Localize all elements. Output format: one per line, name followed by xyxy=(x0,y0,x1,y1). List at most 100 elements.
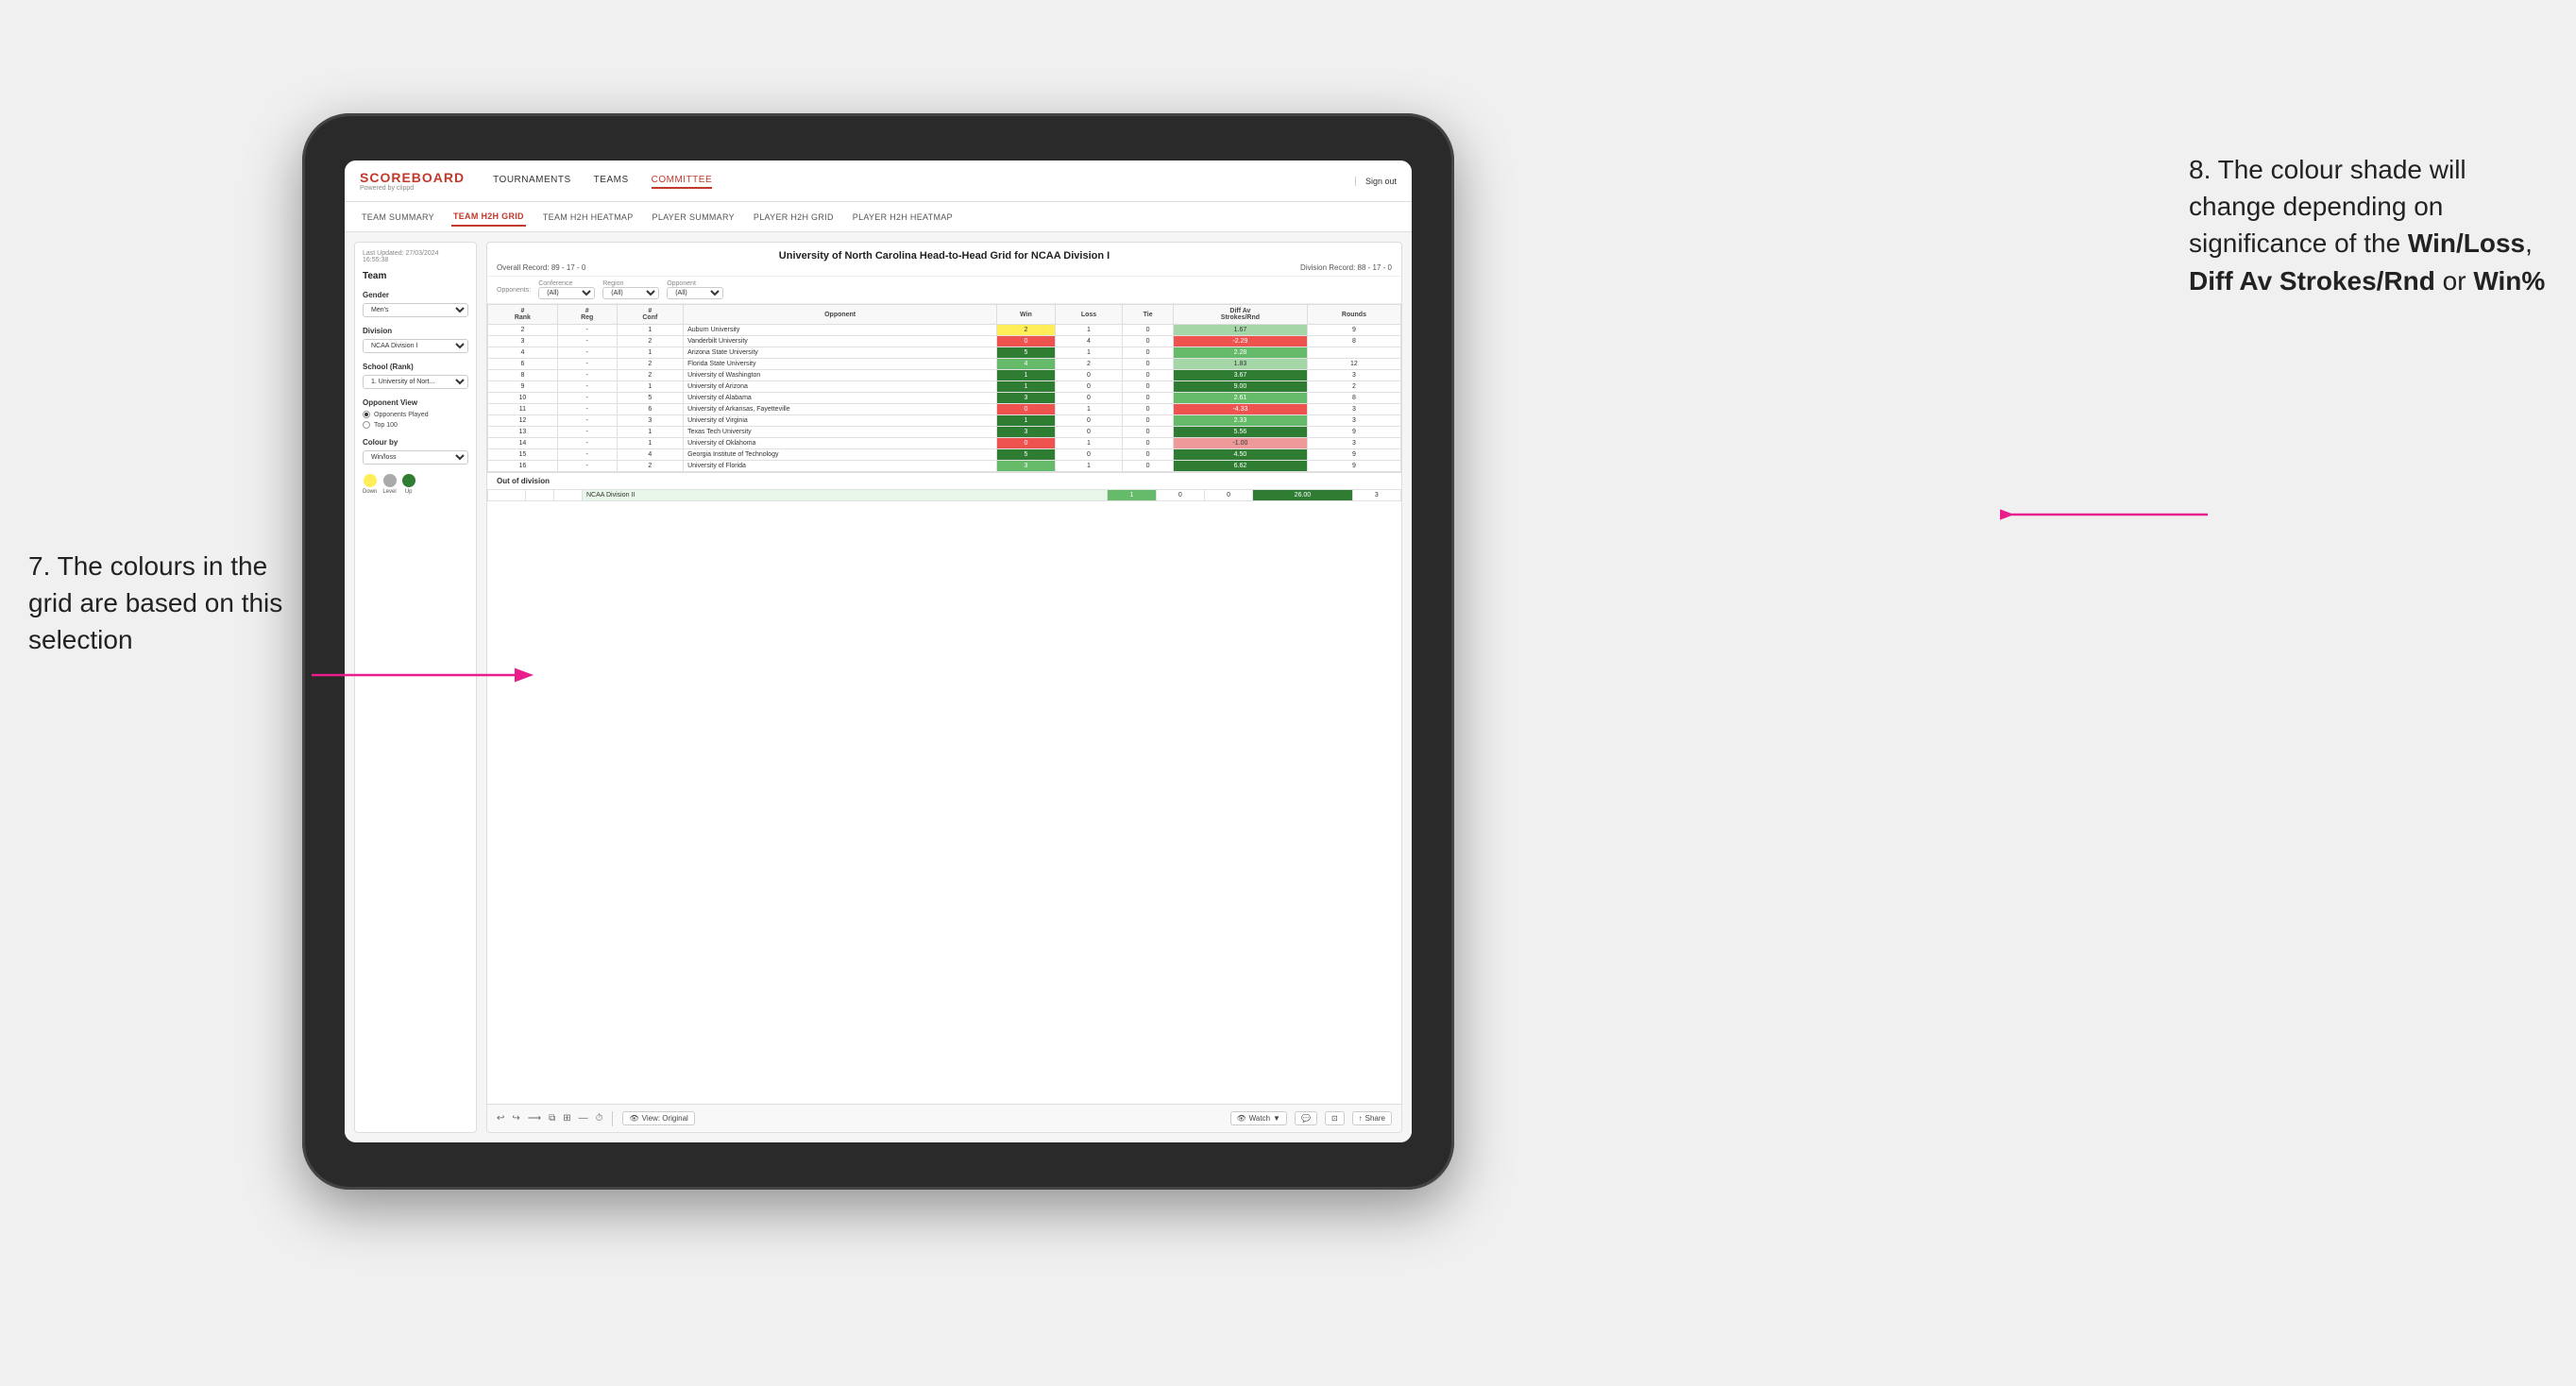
radio-opponents-played[interactable]: Opponents Played xyxy=(363,411,468,418)
present-button[interactable]: ⊡ xyxy=(1325,1111,1345,1125)
cell-tie: 0 xyxy=(1123,336,1174,347)
cell-rounds: 3 xyxy=(1307,404,1400,415)
cell-diff: 2.28 xyxy=(1173,347,1307,359)
forward-icon[interactable]: ⟶ xyxy=(528,1113,541,1124)
share-button[interactable]: ↑ Share xyxy=(1352,1111,1392,1125)
bottom-toolbar: ↩ ↪ ⟶ ⧉ ⊞ — ⏱ 👁 View: Original 👁 Wa xyxy=(487,1104,1401,1132)
toolbar-separator xyxy=(612,1111,613,1126)
undo-icon[interactable]: ↩ xyxy=(497,1113,504,1124)
annotation-left-text: 7. The colours in the grid are based on … xyxy=(28,551,282,654)
cell-name: University of Oklahoma xyxy=(684,438,997,449)
cell-win: 4 xyxy=(997,359,1056,370)
cell-reg: - xyxy=(557,359,617,370)
cell-name: Texas Tech University xyxy=(684,427,997,438)
out-of-division-table: NCAA Division II 1 0 0 26.00 3 xyxy=(487,489,1401,501)
subnav-team-h2h-grid[interactable]: TEAM H2H GRID xyxy=(451,208,526,227)
left-panel: Last Updated: 27/03/2024 16:55:38 Team G… xyxy=(354,242,477,1133)
cell-rounds: 2 xyxy=(1307,381,1400,393)
logo-sub: Powered by clippd xyxy=(360,185,465,192)
cell-rounds: 3 xyxy=(1307,370,1400,381)
watch-button[interactable]: 👁 Watch ▼ xyxy=(1230,1111,1287,1125)
subnav-team-h2h-heatmap[interactable]: TEAM H2H HEATMAP xyxy=(541,209,636,226)
table-row: 16 - 2 University of Florida 3 1 0 6.62 … xyxy=(488,461,1401,472)
cell-tie: 0 xyxy=(1123,415,1174,427)
cell-reg: - xyxy=(557,336,617,347)
cell-rank: 8 xyxy=(488,370,558,381)
cell-reg: - xyxy=(557,404,617,415)
out-of-division-row: NCAA Division II 1 0 0 26.00 3 xyxy=(488,490,1401,501)
legend-dot-level xyxy=(383,474,397,487)
cell-rank: 11 xyxy=(488,404,558,415)
opponent-filter-label: Opponent xyxy=(667,280,723,287)
redo-icon[interactable]: ↪ xyxy=(512,1113,519,1124)
cell-diff: 1.83 xyxy=(1173,359,1307,370)
radio-top100[interactable]: Top 100 xyxy=(363,421,468,429)
colour-by-section: Colour by Win/loss xyxy=(363,438,468,465)
table-row: 4 - 1 Arizona State University 5 1 0 2.2… xyxy=(488,347,1401,359)
nav-committee[interactable]: COMMITTEE xyxy=(652,173,713,189)
cell-name: University of Arizona xyxy=(684,381,997,393)
grid-icon[interactable]: ⊞ xyxy=(563,1113,570,1124)
clock-icon[interactable]: ⏱ xyxy=(596,1113,603,1124)
col-reg: #Reg xyxy=(557,305,617,325)
col-diff: Diff AvStrokes/Rnd xyxy=(1173,305,1307,325)
cell-win: 5 xyxy=(997,347,1056,359)
cell-diff: 5.56 xyxy=(1173,427,1307,438)
cell-loss: 0 xyxy=(1055,427,1123,438)
view-icon: 👁 xyxy=(629,1114,638,1123)
cell-reg: - xyxy=(557,347,617,359)
cell-conf: 1 xyxy=(617,325,683,336)
nav-tournaments[interactable]: TOURNAMENTS xyxy=(493,173,571,189)
table-row: 9 - 1 University of Arizona 1 0 0 9.00 2 xyxy=(488,381,1401,393)
cell-name: Arizona State University xyxy=(684,347,997,359)
comment-button[interactable]: 💬 xyxy=(1295,1111,1317,1125)
sign-out-button[interactable]: Sign out xyxy=(1355,177,1397,186)
opponent-filter-select[interactable]: (All) xyxy=(667,287,723,299)
nav-teams[interactable]: TEAMS xyxy=(594,173,629,189)
subnav-player-summary[interactable]: PLAYER SUMMARY xyxy=(651,209,737,226)
cell-loss: 0 xyxy=(1055,415,1123,427)
subnav-player-h2h-heatmap[interactable]: PLAYER H2H HEATMAP xyxy=(851,209,955,226)
opponent-view-label: Opponent View xyxy=(363,398,468,407)
division-select[interactable]: NCAA Division I xyxy=(363,339,468,353)
cell-loss: 2 xyxy=(1055,359,1123,370)
copy-icon[interactable]: ⧉ xyxy=(549,1113,555,1124)
cell-rank: 13 xyxy=(488,427,558,438)
conference-filter-select[interactable]: (All) xyxy=(538,287,595,299)
cell-rounds: 9 xyxy=(1307,461,1400,472)
legend-level-label: Level xyxy=(382,489,396,495)
view-original-button[interactable]: 👁 View: Original xyxy=(622,1111,694,1125)
subnav-team-summary[interactable]: TEAM SUMMARY xyxy=(360,209,436,226)
ood-rank xyxy=(488,490,526,501)
opponent-filter-group: Opponent (All) xyxy=(667,280,723,299)
cell-tie: 0 xyxy=(1123,325,1174,336)
table-row: 14 - 1 University of Oklahoma 0 1 0 -1.0… xyxy=(488,438,1401,449)
region-filter-group: Region (All) xyxy=(602,280,659,299)
gender-select[interactable]: Men's xyxy=(363,303,468,317)
cell-reg: - xyxy=(557,370,617,381)
last-updated: Last Updated: 27/03/2024 16:55:38 xyxy=(363,250,468,263)
cell-reg: - xyxy=(557,438,617,449)
region-filter-select[interactable]: (All) xyxy=(602,287,659,299)
share-label: Share xyxy=(1365,1114,1385,1123)
cell-rank: 2 xyxy=(488,325,558,336)
cell-rank: 14 xyxy=(488,438,558,449)
cell-reg: - xyxy=(557,461,617,472)
ood-tie: 0 xyxy=(1204,490,1252,501)
dash-icon[interactable]: — xyxy=(579,1113,588,1124)
legend-dot-up xyxy=(402,474,415,487)
col-loss: Loss xyxy=(1055,305,1123,325)
cell-win: 1 xyxy=(997,370,1056,381)
cell-rank: 6 xyxy=(488,359,558,370)
region-filter-label: Region xyxy=(602,280,659,287)
subnav-player-h2h-grid[interactable]: PLAYER H2H GRID xyxy=(752,209,836,226)
cell-diff: 6.62 xyxy=(1173,461,1307,472)
cell-reg: - xyxy=(557,393,617,404)
colour-by-select[interactable]: Win/loss xyxy=(363,450,468,465)
school-select[interactable]: 1. University of Nort... xyxy=(363,375,468,389)
annotation-left: 7. The colours in the grid are based on … xyxy=(28,548,293,659)
cell-diff: 3.67 xyxy=(1173,370,1307,381)
cell-tie: 0 xyxy=(1123,347,1174,359)
overall-record-label: Overall Record: xyxy=(497,263,550,272)
cell-loss: 1 xyxy=(1055,347,1123,359)
